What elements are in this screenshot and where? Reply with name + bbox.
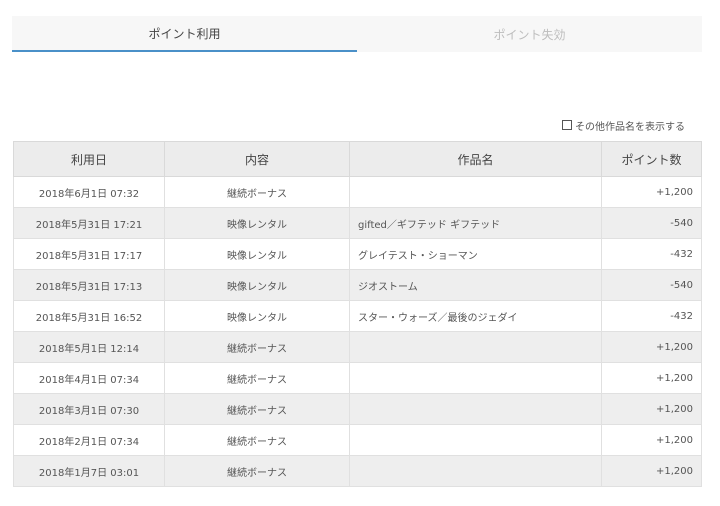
cell-content: 継続ボーナス <box>164 424 350 456</box>
cell-title <box>349 331 602 363</box>
cell-date: 2018年2月1日 07:34 <box>13 424 165 456</box>
cell-content: 映像レンタル <box>164 269 350 301</box>
table-row: 2018年6月1日 07:32 継続ボーナス +1,200 <box>13 176 702 208</box>
cell-points: +1,200 <box>601 393 702 425</box>
table-row: 2018年2月1日 07:34 継続ボーナス +1,200 <box>13 424 702 456</box>
cell-date: 2018年5月1日 12:14 <box>13 331 165 363</box>
cell-title <box>349 176 602 208</box>
cell-points: +1,200 <box>601 455 702 487</box>
cell-points: +1,200 <box>601 424 702 456</box>
table-row: 2018年5月31日 16:52 映像レンタル スター・ウォーズ／最後のジェダイ… <box>13 300 702 332</box>
cell-date: 2018年3月1日 07:30 <box>13 393 165 425</box>
tab-point-usage[interactable]: ポイント利用 <box>12 16 357 52</box>
cell-title <box>349 455 602 487</box>
point-history-table: 利用日 内容 作品名 ポイント数 2018年6月1日 07:32 継続ボーナス … <box>13 141 702 487</box>
cell-points: -540 <box>601 269 702 301</box>
cell-date: 2018年6月1日 07:32 <box>13 176 165 208</box>
cell-date: 2018年4月1日 07:34 <box>13 362 165 394</box>
cell-title: グレイテスト・ショーマン <box>349 238 602 270</box>
show-other-titles-label: その他作品名を表示する <box>575 121 685 133</box>
table-row: 2018年5月31日 17:17 映像レンタル グレイテスト・ショーマン -43… <box>13 238 702 270</box>
cell-content: 継続ボーナス <box>164 362 350 394</box>
column-header-content: 内容 <box>164 141 350 177</box>
cell-content: 映像レンタル <box>164 300 350 332</box>
cell-points: -432 <box>601 238 702 270</box>
cell-points: -540 <box>601 207 702 239</box>
cell-content: 映像レンタル <box>164 238 350 270</box>
table-row: 2018年5月1日 12:14 継続ボーナス +1,200 <box>13 331 702 363</box>
cell-points: -432 <box>601 300 702 332</box>
cell-content: 映像レンタル <box>164 207 350 239</box>
cell-date: 2018年5月31日 17:21 <box>13 207 165 239</box>
column-header-date: 利用日 <box>13 141 165 177</box>
cell-points: +1,200 <box>601 362 702 394</box>
cell-content: 継続ボーナス <box>164 393 350 425</box>
cell-content: 継続ボーナス <box>164 331 350 363</box>
cell-content: 継続ボーナス <box>164 455 350 487</box>
cell-title: ジオストーム <box>349 269 602 301</box>
cell-date: 2018年5月31日 17:13 <box>13 269 165 301</box>
table-row: 2018年5月31日 17:21 映像レンタル gifted／ギフテッド ギフテ… <box>13 207 702 239</box>
cell-date: 2018年5月31日 17:17 <box>13 238 165 270</box>
cell-points: +1,200 <box>601 331 702 363</box>
column-header-points: ポイント数 <box>601 141 702 177</box>
table-header-row: 利用日 内容 作品名 ポイント数 <box>13 141 702 177</box>
cell-title <box>349 424 602 456</box>
cell-title: gifted／ギフテッド ギフテッド <box>349 207 602 239</box>
cell-points: +1,200 <box>601 176 702 208</box>
tab-point-expiry[interactable]: ポイント失効 <box>357 16 702 52</box>
table-row: 2018年1月7日 03:01 継続ボーナス +1,200 <box>13 455 702 487</box>
cell-content: 継続ボーナス <box>164 176 350 208</box>
cell-title <box>349 362 602 394</box>
table-row: 2018年5月31日 17:13 映像レンタル ジオストーム -540 <box>13 269 702 301</box>
cell-title <box>349 393 602 425</box>
cell-title: スター・ウォーズ／最後のジェダイ <box>349 300 602 332</box>
show-other-titles-toggle[interactable]: その他作品名を表示する <box>562 118 685 133</box>
cell-date: 2018年1月7日 03:01 <box>13 455 165 487</box>
tab-bar: ポイント利用 ポイント失効 <box>12 16 702 52</box>
table-row: 2018年4月1日 07:34 継続ボーナス +1,200 <box>13 362 702 394</box>
show-other-titles-checkbox[interactable] <box>562 120 572 130</box>
table-row: 2018年3月1日 07:30 継続ボーナス +1,200 <box>13 393 702 425</box>
column-header-title: 作品名 <box>349 141 602 177</box>
cell-date: 2018年5月31日 16:52 <box>13 300 165 332</box>
